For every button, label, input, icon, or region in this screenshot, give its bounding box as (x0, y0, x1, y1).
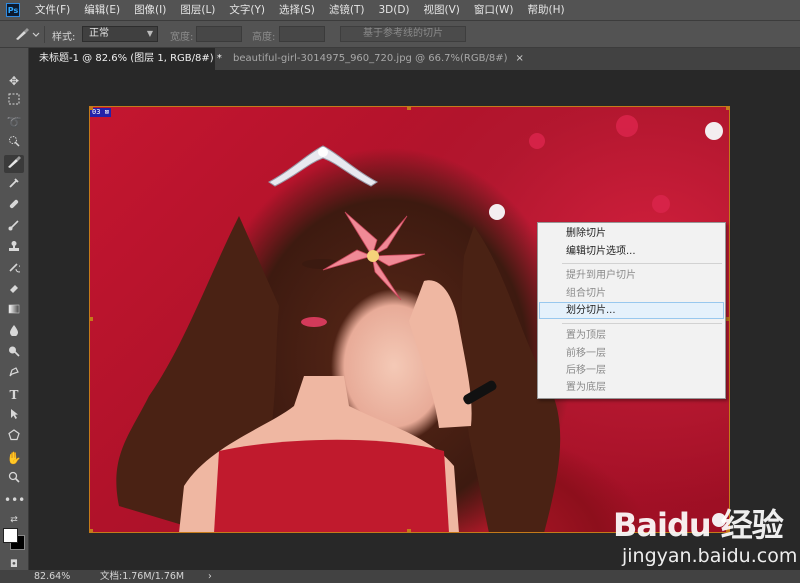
menu-item-promote-to-user-slice: 提升到用户切片 (566, 270, 636, 281)
width-label: 宽度: (170, 32, 194, 43)
slice-handle[interactable] (407, 529, 411, 533)
menu-item-bring-to-front: 置为顶层 (566, 330, 606, 341)
menu-window[interactable]: 窗口(W) (467, 0, 521, 20)
chevron-down-icon: ▼ (146, 29, 153, 38)
menu-layer[interactable]: 图层(L) (173, 0, 222, 20)
brush-icon[interactable] (4, 218, 24, 236)
slice-handle[interactable] (89, 106, 93, 110)
style-select[interactable]: 正常 ▼ (82, 26, 158, 42)
more-tools-icon[interactable]: ••• (4, 491, 25, 509)
watermark-url: jingyan.baidu.com (622, 545, 798, 567)
menu-item-send-backward: 后移一层 (566, 365, 606, 376)
baidu-logo: Baidu 经验 (613, 506, 784, 544)
menu-item-combine-slices: 组合切片 (566, 288, 606, 299)
move-icon[interactable]: ✥ (4, 72, 24, 90)
menu-view[interactable]: 视图(V) (417, 0, 467, 20)
healing-brush-icon[interactable] (4, 197, 24, 215)
height-label: 高度: (252, 32, 276, 43)
menu-type[interactable]: 文字(Y) (222, 0, 272, 20)
menu-bar: Ps 文件(F) 编辑(E) 图像(I) 图层(L) 文字(Y) 选择(S) 滤… (0, 0, 800, 20)
photoshop-logo-icon[interactable]: Ps (6, 3, 20, 17)
options-bar: 样式: 正常 ▼ 宽度: 高度: 基于参考线的切片 (0, 20, 800, 48)
clone-stamp-icon[interactable] (4, 239, 24, 257)
zoom-level[interactable]: 82.64% (34, 570, 70, 583)
zoom-icon[interactable] (4, 470, 24, 488)
history-brush-icon[interactable] (4, 260, 24, 278)
menu-edit[interactable]: 编辑(E) (77, 0, 127, 20)
lasso-icon[interactable]: ➰ (4, 113, 24, 131)
style-select-value: 正常 (89, 28, 109, 39)
menu-item-send-to-back: 置为底层 (566, 382, 606, 393)
path-select-icon[interactable] (4, 407, 24, 425)
slice-handle[interactable] (726, 106, 730, 110)
slice-handle[interactable] (89, 317, 93, 321)
menu-item-edit-slice-options[interactable]: 编辑切片选项... (539, 243, 724, 260)
document-size: 文档:1.76M/1.76M (100, 571, 185, 582)
dodge-icon[interactable] (4, 344, 24, 362)
menu-file[interactable]: 文件(F) (28, 0, 77, 20)
menu-separator (562, 323, 722, 324)
type-icon[interactable]: T (4, 386, 24, 404)
status-menu-arrow[interactable]: › (208, 570, 212, 583)
menu-item-delete-slice[interactable]: 删除切片 (539, 225, 724, 242)
slice-handle[interactable] (407, 106, 411, 110)
tools-panel: ✥ ➰ T ✋ ••• ⇄ ◘ (0, 48, 29, 570)
width-input[interactable] (196, 26, 242, 42)
menu-image[interactable]: 图像(I) (127, 0, 173, 20)
tab-label: 未标题-1 @ 82.6% (图层 1, RGB/8#) * (39, 53, 222, 64)
tab-beautiful-girl[interactable]: beautiful-girl-3014975_960_720.jpg @ 66.… (223, 48, 524, 70)
style-label: 样式: (52, 32, 76, 43)
marquee-icon[interactable] (4, 92, 24, 110)
options-separator (44, 26, 45, 43)
hand-icon[interactable]: ✋ (4, 449, 24, 467)
menu-item-bring-forward: 前移一层 (566, 348, 606, 359)
foreground-color-swatch[interactable] (3, 528, 18, 543)
quick-select-icon[interactable] (4, 134, 24, 152)
eyedropper-icon[interactable] (4, 176, 24, 194)
pen-icon[interactable] (4, 365, 24, 383)
eraser-icon[interactable] (4, 281, 24, 299)
tab-label: beautiful-girl-3014975_960_720.jpg @ 66.… (233, 53, 508, 64)
height-input[interactable] (279, 26, 325, 42)
blur-icon[interactable] (4, 323, 24, 341)
slice-handle[interactable] (89, 529, 93, 533)
tab-untitled-1[interactable]: 未标题-1 @ 82.6% (图层 1, RGB/8#) *× (29, 48, 238, 70)
close-icon[interactable]: × (516, 53, 524, 64)
slice-icon[interactable] (4, 155, 24, 173)
slice-context-menu: 删除切片 编辑切片选项... 提升到用户切片 组合切片 划分切片... 置为顶层… (537, 222, 726, 399)
menu-filter[interactable]: 滤镜(T) (322, 0, 372, 20)
menu-item-divide-slice[interactable]: 划分切片... (539, 302, 724, 319)
menu-3d[interactable]: 3D(D) (371, 0, 416, 20)
baidu-watermark: Baidu 经验 jingyan.baidu.com (613, 500, 800, 580)
slice-select-icon[interactable] (14, 27, 40, 41)
menu-separator (562, 263, 722, 264)
menu-help[interactable]: 帮助(H) (521, 0, 572, 20)
default-colors-icon[interactable]: ⇄ (4, 511, 24, 529)
slice-handle[interactable] (726, 317, 730, 321)
menu-select[interactable]: 选择(S) (272, 0, 322, 20)
shape-icon[interactable] (4, 428, 24, 446)
slices-from-guides-button[interactable]: 基于参考线的切片 (340, 26, 466, 42)
gradient-icon[interactable] (4, 302, 24, 320)
document-tabs: 未标题-1 @ 82.6% (图层 1, RGB/8#) *× beautifu… (29, 48, 800, 70)
slice-number-badge: 03 ⊠ (90, 108, 111, 117)
